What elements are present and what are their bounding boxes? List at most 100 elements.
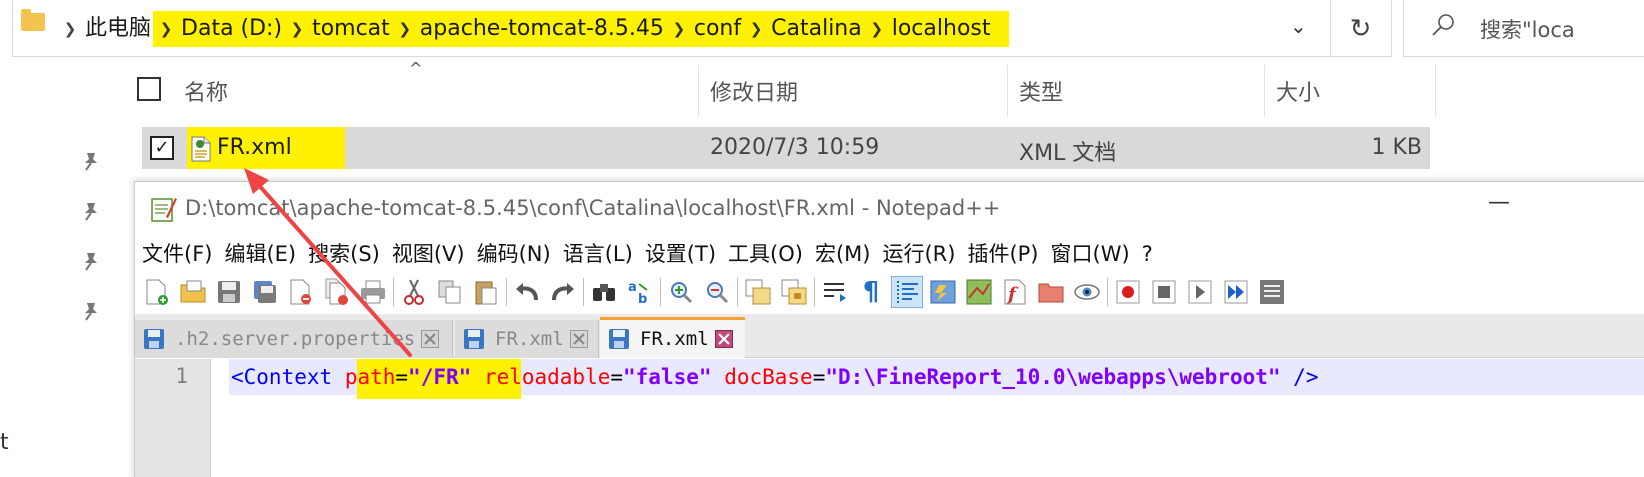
column-modified[interactable]: 修改日期 bbox=[710, 75, 798, 107]
breadcrumb-catalina[interactable]: Catalina bbox=[769, 11, 864, 47]
pin-icon[interactable] bbox=[80, 300, 102, 322]
breadcrumb-this-pc[interactable]: 此电脑 bbox=[83, 11, 153, 47]
column-size[interactable]: 大小 bbox=[1276, 75, 1320, 107]
sync-horizontal-button[interactable] bbox=[778, 276, 810, 308]
column-name[interactable]: 名称 bbox=[184, 75, 228, 107]
zoom-out-button[interactable] bbox=[701, 276, 733, 308]
chevron-right-icon[interactable]: ❯ bbox=[57, 11, 83, 47]
menu-run[interactable]: 运行(R) bbox=[875, 238, 960, 270]
chevron-right-icon[interactable]: ❯ bbox=[666, 11, 692, 47]
stop-macro-button[interactable] bbox=[1148, 276, 1180, 308]
menu-file[interactable]: 文件(F) bbox=[135, 238, 217, 270]
save-macro-icon bbox=[1260, 280, 1284, 304]
column-divider[interactable] bbox=[1264, 65, 1265, 117]
close-icon[interactable] bbox=[714, 330, 733, 348]
address-bar[interactable]: ❯ 此电脑 ❯ Data (D:) ❯ tomcat ❯ apache-tomc… bbox=[12, 0, 1392, 57]
menu-language[interactable]: 语言(L) bbox=[556, 238, 638, 270]
chevron-right-icon[interactable]: ❯ bbox=[153, 11, 179, 47]
save-macro-button[interactable] bbox=[1256, 276, 1288, 308]
menu-view[interactable]: 视图(V) bbox=[385, 238, 470, 270]
udl-button[interactable] bbox=[927, 276, 959, 308]
chevron-right-icon[interactable]: ❯ bbox=[392, 11, 418, 47]
menu-window[interactable]: 窗口(W) bbox=[1044, 238, 1135, 270]
doc-map-button[interactable] bbox=[963, 276, 995, 308]
udl-icon bbox=[930, 280, 956, 304]
menu-search[interactable]: 搜索(S) bbox=[301, 238, 385, 270]
chevron-right-icon[interactable]: ❯ bbox=[284, 11, 310, 47]
pin-icon[interactable] bbox=[80, 250, 102, 272]
menu-encoding[interactable]: 编码(N) bbox=[470, 238, 556, 270]
cut-button[interactable] bbox=[398, 276, 430, 308]
breadcrumb-tomcat[interactable]: tomcat bbox=[310, 11, 392, 47]
row-checkbox[interactable]: ✓ bbox=[150, 136, 174, 160]
function-list-button[interactable]: f bbox=[999, 276, 1031, 308]
redo-button[interactable] bbox=[547, 276, 579, 308]
tab-label: FR.xml bbox=[495, 328, 564, 350]
zoom-in-button[interactable] bbox=[665, 276, 697, 308]
window-title: D:\tomcat\apache-tomcat-8.5.45\conf\Cata… bbox=[185, 196, 1001, 220]
menu-macro[interactable]: 宏(M) bbox=[808, 238, 876, 270]
menu-settings[interactable]: 设置(T) bbox=[638, 238, 721, 270]
menu-plugins[interactable]: 插件(P) bbox=[960, 238, 1043, 270]
record-macro-button[interactable] bbox=[1112, 276, 1144, 308]
find-button[interactable] bbox=[588, 276, 620, 308]
copy-icon bbox=[438, 280, 461, 304]
print-button[interactable] bbox=[357, 276, 389, 308]
file-name[interactable]: FR.xml bbox=[217, 135, 292, 160]
pin-icon[interactable] bbox=[80, 150, 102, 172]
sync-vertical-button[interactable] bbox=[742, 276, 774, 308]
refresh-button[interactable]: ↻ bbox=[1330, 0, 1390, 57]
tab-fr-xml[interactable]: FR.xml bbox=[455, 320, 599, 358]
close-icon[interactable] bbox=[421, 330, 440, 348]
close-all-button[interactable] bbox=[321, 276, 353, 308]
tab-h2-server-properties[interactable]: .h2.server.properties bbox=[135, 320, 453, 358]
chevron-down-icon[interactable]: ⌄ bbox=[1290, 14, 1307, 38]
save-all-button[interactable] bbox=[249, 276, 281, 308]
save-button[interactable] bbox=[213, 276, 245, 308]
title-bar[interactable]: D:\tomcat\apache-tomcat-8.5.45\conf\Cata… bbox=[135, 182, 1644, 234]
column-type[interactable]: 类型 bbox=[1019, 75, 1063, 107]
file-modified: 2020/7/3 10:59 bbox=[710, 135, 880, 160]
breadcrumb-conf[interactable]: conf bbox=[692, 11, 743, 47]
column-divider[interactable] bbox=[1435, 65, 1436, 117]
menu-edit[interactable]: 编辑(E) bbox=[217, 238, 301, 270]
select-all-checkbox[interactable] bbox=[137, 77, 161, 101]
new-file-icon bbox=[146, 279, 168, 305]
folder-icon bbox=[21, 9, 45, 31]
pin-icon[interactable] bbox=[80, 200, 102, 222]
copy-button[interactable] bbox=[434, 276, 466, 308]
chevron-right-icon[interactable]: ❯ bbox=[864, 11, 890, 47]
xml-attr-path: path bbox=[344, 365, 396, 389]
open-file-button[interactable] bbox=[177, 276, 209, 308]
undo-icon bbox=[516, 283, 538, 301]
show-all-chars-button[interactable]: ¶ bbox=[855, 276, 887, 308]
file-row[interactable]: ✓ FR.xml 2020/7/3 10:59 XML 文档 1 KB bbox=[142, 127, 1430, 169]
new-file-button[interactable] bbox=[141, 276, 173, 308]
replace-button[interactable]: ab bbox=[624, 276, 656, 308]
close-icon[interactable] bbox=[569, 330, 588, 348]
breadcrumb-drive-d[interactable]: Data (D:) bbox=[179, 11, 284, 47]
menu-help[interactable]: ? bbox=[1135, 238, 1158, 270]
search-input[interactable]: 搜索"loca bbox=[1403, 0, 1644, 57]
column-divider[interactable] bbox=[698, 65, 699, 117]
indent-guide-button[interactable] bbox=[891, 276, 923, 308]
minimize-button[interactable]: — bbox=[1488, 190, 1510, 215]
breadcrumb-localhost[interactable]: localhost bbox=[890, 11, 993, 47]
monitoring-button[interactable] bbox=[1071, 276, 1103, 308]
column-divider[interactable] bbox=[1007, 65, 1008, 117]
code-editor[interactable]: 1 <Context path="/FR" reloadable="false"… bbox=[135, 359, 1644, 477]
tab-fr-xml-active[interactable]: FR.xml bbox=[600, 317, 745, 358]
code-line[interactable]: <Context path="/FR" reloadable="false" d… bbox=[231, 363, 1318, 391]
breadcrumb-apache-tomcat[interactable]: apache-tomcat-8.5.45 bbox=[418, 11, 666, 47]
chevron-right-icon[interactable]: ❯ bbox=[743, 11, 769, 47]
play-macro-button[interactable] bbox=[1184, 276, 1216, 308]
close-button[interactable] bbox=[285, 276, 317, 308]
paste-button[interactable] bbox=[470, 276, 502, 308]
folder-workspace-button[interactable] bbox=[1035, 276, 1067, 308]
word-wrap-button[interactable] bbox=[819, 276, 851, 308]
run-macro-multiple-button[interactable] bbox=[1220, 276, 1252, 308]
menu-tools[interactable]: 工具(O) bbox=[721, 238, 808, 270]
stop-icon bbox=[1152, 280, 1176, 304]
save-all-icon bbox=[254, 281, 276, 303]
undo-button[interactable] bbox=[511, 276, 543, 308]
